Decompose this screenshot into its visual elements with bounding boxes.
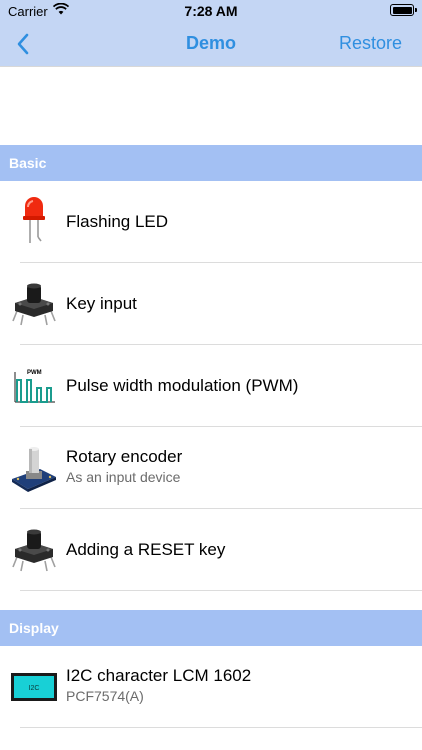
list-item-rotary-encoder[interactable]: Rotary encoder As an input device (0, 427, 422, 509)
list-item-title: Rotary encoder (66, 447, 183, 466)
list-item-subtitle: PCF7574(A) (66, 688, 144, 704)
section-header-basic: Basic (0, 145, 422, 181)
row-divider (20, 590, 422, 591)
top-bar: Carrier 7:28 AM Demo Restore (0, 0, 422, 66)
chevron-left-icon (17, 33, 29, 55)
list-item-title: Pulse width modulation (PWM) (66, 376, 299, 395)
rotary-encoder-icon (10, 443, 58, 493)
status-time: 7:28 AM (184, 3, 238, 19)
battery-icon (390, 4, 417, 16)
tactile-button-icon (10, 525, 58, 575)
row-divider (20, 727, 422, 728)
list-item-title: Key input (66, 294, 137, 313)
back-button[interactable] (8, 28, 38, 60)
pwm-icon-label: PWM (27, 370, 42, 376)
section-header-display: Display (0, 610, 422, 646)
navigation-bar: Demo Restore (0, 22, 422, 66)
tactile-button-icon (10, 279, 58, 329)
list-item-key-input[interactable]: Key input (0, 263, 422, 345)
lcd-icon-label: I2C (29, 685, 40, 692)
restore-button[interactable]: Restore (339, 33, 402, 54)
list-item-reset-key[interactable]: Adding a RESET key (0, 509, 422, 591)
list-item-subtitle: As an input device (66, 469, 181, 485)
list-item-pwm[interactable]: PWM Pulse width modulation (PWM) (0, 345, 422, 427)
empty-header-area (0, 66, 422, 145)
status-bar: Carrier 7:28 AM (0, 0, 422, 22)
list-item-flashing-led[interactable]: Flashing LED (0, 181, 422, 263)
list-item-title: Adding a RESET key (66, 540, 226, 559)
list-item-title: Flashing LED (66, 212, 169, 231)
led-icon (10, 197, 58, 247)
lcd-module-icon: I2C (10, 662, 58, 712)
list-item-title: I2C character LCM 1602 (66, 666, 252, 685)
pwm-wave-icon: PWM (10, 361, 58, 411)
list-item-i2c-lcm[interactable]: I2C I2C character LCM 1602 PCF7574(A) (0, 646, 422, 728)
